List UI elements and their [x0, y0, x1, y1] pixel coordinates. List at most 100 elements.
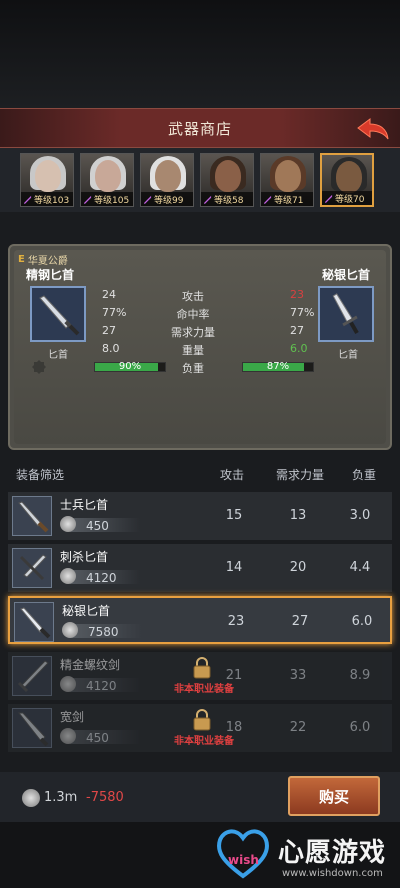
owner-name: 华夏公爵	[27, 256, 68, 267]
back-arrow-icon[interactable]	[356, 117, 390, 141]
weapon-strength: 27	[291, 614, 309, 629]
stat-right-attack: 23	[290, 288, 304, 301]
stat-right-accuracy: 77%	[290, 306, 315, 319]
silver-coin-icon	[22, 789, 40, 807]
current-weapon-slot	[30, 286, 86, 342]
watermark-logo-text: wish	[228, 853, 259, 867]
weapon-weight: 6.0	[349, 720, 371, 735]
silver-coin-icon	[60, 516, 76, 532]
stat-label-load: 负重	[182, 362, 204, 375]
load-text-current: 90%	[118, 361, 142, 372]
lock-icon	[193, 709, 211, 731]
hero-portrait[interactable]: 等级71	[260, 153, 314, 207]
weapon-attack: 15	[225, 508, 243, 523]
weapon-price: 4120	[86, 571, 117, 585]
silver-coin-icon	[60, 728, 76, 744]
stat-left-attack: 24	[102, 288, 116, 301]
title-bar: 武器商店	[0, 108, 400, 148]
hero-level: 等级70	[335, 194, 365, 205]
hero-portrait[interactable]: 等级99	[140, 153, 194, 207]
weapon-price: 4120	[86, 679, 117, 693]
weapon-row[interactable]: 刺杀匕首 4120 14 20 4.4	[8, 544, 392, 592]
weapon-price: 450	[86, 731, 109, 745]
owner-tag: E 华夏公爵	[18, 252, 68, 267]
weapon-thumb	[12, 548, 52, 588]
watermark-text: 心愿游戏	[278, 838, 387, 868]
weapon-row-selected[interactable]: 秘银匕首 7580 23 27 6.0	[8, 596, 392, 644]
silver-coin-icon	[60, 568, 76, 584]
hero-level: 等级105	[94, 195, 130, 206]
gear-icon	[32, 360, 46, 374]
stat-right-strength: 27	[290, 324, 304, 337]
silver-coin-icon	[62, 622, 78, 638]
weapon-thumb	[12, 656, 52, 696]
rank-badge: E	[18, 254, 25, 265]
new-weapon-name: 秘银匕首	[322, 268, 371, 282]
stat-label-weight: 重量	[182, 344, 204, 357]
hero-face	[215, 160, 241, 192]
top-backdrop	[0, 0, 400, 108]
hero-face	[35, 160, 61, 192]
hero-level: 等级58	[214, 195, 244, 206]
weapon-class-icon	[263, 195, 272, 204]
weapon-weight: 6.0	[351, 614, 373, 629]
hero-level: 等级71	[274, 195, 304, 206]
hero-face	[155, 160, 181, 192]
column-weight[interactable]: 负重	[352, 466, 376, 483]
hero-level: 等级99	[154, 195, 184, 206]
stat-left-strength: 27	[102, 324, 116, 337]
non-class-label: 非本职业装备	[174, 684, 234, 695]
weapon-name: 刺杀匕首	[60, 550, 109, 564]
stat-label-accuracy: 命中率	[176, 308, 210, 321]
list-header: 装备筛选 攻击 需求力量 负重	[0, 458, 400, 490]
weapon-attack: 23	[227, 614, 245, 629]
watermark-logo: wish	[217, 829, 269, 879]
load-bar-current: 90%	[94, 361, 166, 372]
stat-label-attack: 攻击	[182, 290, 204, 303]
hero-portrait[interactable]: 等级58	[200, 153, 254, 207]
hero-portrait[interactable]: 等级103	[20, 153, 74, 207]
sword-icon	[17, 660, 49, 693]
weapon-attack: 14	[225, 560, 243, 575]
hero-face	[275, 160, 301, 192]
hero-portrait-selected[interactable]: 等级70	[320, 153, 374, 207]
column-strength[interactable]: 需求力量	[276, 466, 324, 483]
purchase-cost: -7580	[86, 790, 124, 805]
stat-left-accuracy: 77%	[102, 306, 127, 319]
weapon-name: 宽剑	[60, 710, 85, 724]
load-text-new: 87%	[266, 361, 290, 372]
hero-face	[95, 160, 121, 192]
column-attack[interactable]: 攻击	[220, 466, 244, 483]
watermark-url: www.wishdown.com	[282, 868, 383, 879]
dagger-icon	[332, 293, 359, 335]
dagger-icon	[39, 295, 80, 336]
weapon-strength: 22	[289, 720, 307, 735]
non-class-label: 非本职业装备	[174, 736, 234, 747]
weapon-class-icon	[203, 195, 212, 204]
weapon-row[interactable]: 士兵匕首 450 15 13 3.0	[8, 492, 392, 540]
weapon-name: 士兵匕首	[60, 498, 109, 512]
lock-icon	[193, 657, 211, 679]
stat-label-strength: 需求力量	[171, 326, 215, 339]
new-weapon-slot	[318, 286, 374, 342]
weapon-weight: 8.9	[349, 668, 371, 683]
buy-button[interactable]: 购买	[288, 776, 380, 816]
weapon-class-icon	[23, 195, 32, 204]
weapon-thumb	[12, 496, 52, 536]
hero-face	[336, 161, 362, 193]
hero-selector: 等级103 等级105 等级99 等级58 等级71 等级70	[0, 148, 400, 212]
hero-portrait[interactable]: 等级105	[80, 153, 134, 207]
new-weapon-type: 匕首	[338, 350, 358, 361]
silver-balance: 1.3m	[44, 790, 78, 805]
weapon-price: 7580	[88, 625, 119, 639]
stat-right-weight: 6.0	[290, 342, 308, 355]
weapon-weight: 4.4	[349, 560, 371, 575]
hero-level: 等级103	[34, 195, 70, 206]
weapon-class-icon	[83, 195, 92, 204]
current-weapon-type: 匕首	[48, 350, 68, 361]
weapon-strength: 33	[289, 668, 307, 683]
weapon-thumb	[12, 708, 52, 748]
weapon-strength: 20	[289, 560, 307, 575]
weapon-strength: 13	[289, 508, 307, 523]
filter-button[interactable]: 装备筛选	[16, 466, 64, 483]
